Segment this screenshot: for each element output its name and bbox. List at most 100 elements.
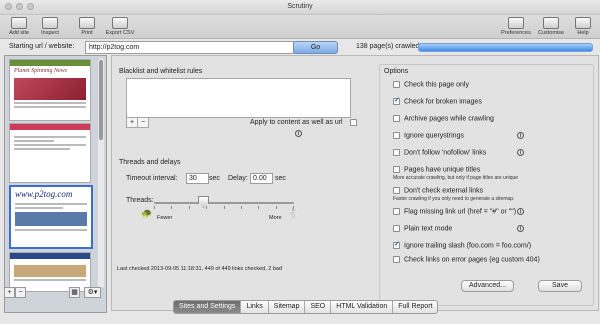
preferences-icon — [508, 17, 524, 29]
customise-label: Customise — [538, 30, 564, 36]
threads-label: Threads: — [126, 197, 154, 204]
crawl-status: 138 page(s) crawled — [356, 43, 420, 50]
option-checkbox[interactable] — [393, 132, 400, 139]
option-checkbox[interactable] — [393, 96, 400, 105]
site-list: Planet Spinning News www.p2tog.com — [4, 55, 107, 313]
timeout-unit: sec — [209, 175, 220, 182]
add-site-small-button[interactable]: + — [4, 287, 15, 298]
advanced-button[interactable]: Advanced... — [461, 280, 514, 292]
inspect-label: Inspect — [41, 30, 59, 36]
scrollbar-thumb[interactable] — [99, 60, 103, 140]
help-button[interactable]: Help — [566, 16, 600, 37]
option-trailing-slash[interactable]: Ignore trailing slash (foo.com = foo.com… — [393, 240, 531, 249]
site-thumbnail[interactable]: Planet Spinning News — [9, 59, 91, 121]
thumbnail-title — [10, 259, 90, 263]
print-button[interactable]: Print — [70, 16, 104, 37]
customise-icon — [543, 17, 559, 29]
export-csv-button[interactable]: Export CSV — [103, 16, 137, 37]
delay-label: Delay: — [228, 175, 248, 182]
option-checkbox[interactable] — [393, 208, 400, 215]
missing-link-info-icon[interactable]: i — [517, 208, 524, 215]
last-checked-status: Last checked 2013-09-05 11:18:31, 449 of… — [117, 266, 283, 272]
option-checkbox[interactable] — [393, 81, 400, 88]
option-checkbox[interactable] — [393, 187, 400, 194]
threads-section-title: Threads and delays — [119, 159, 181, 166]
tab-seo[interactable]: SEO — [305, 301, 332, 313]
help-label: Help — [577, 30, 589, 36]
rules-list[interactable] — [126, 78, 351, 118]
option-plain-text[interactable]: Plain text mode — [393, 225, 452, 232]
site-list-footer: + − ▦ ⚙▾ — [4, 287, 105, 300]
title-bar: Scrutiny — [0, 0, 600, 15]
add-site-icon — [11, 17, 27, 29]
tortoise-icon: 🐢 — [141, 208, 153, 218]
remove-site-button[interactable]: − — [15, 287, 26, 298]
tab-sites-and-settings[interactable]: Sites and Settings — [174, 301, 242, 313]
url-bar: Starting url / website: http://p2tog.com… — [0, 39, 600, 55]
export-csv-icon — [112, 17, 128, 29]
unique-titles-hint: More accurate crawling, but only if page… — [393, 175, 519, 181]
print-label: Print — [81, 30, 93, 36]
option-unique-titles[interactable]: Pages have unique titles — [393, 166, 480, 173]
nofollow-info-icon[interactable]: i — [517, 149, 524, 156]
site-thumbnail-selected[interactable]: www.p2tog.com — [9, 185, 93, 249]
window-title: Scrutiny — [287, 3, 313, 10]
app-window: Scrutiny Add site Inspect Print Export C… — [0, 0, 600, 324]
inspect-button[interactable]: Inspect — [33, 16, 67, 37]
plain-text-info-icon[interactable]: i — [517, 225, 524, 232]
option-missing-link-url[interactable]: Flag missing link url (href = "#" or "") — [393, 208, 516, 215]
add-site-label: Add site — [9, 30, 29, 36]
print-icon — [79, 17, 95, 29]
tab-full-report[interactable]: Full Report — [393, 301, 437, 313]
go-button[interactable]: Go — [293, 41, 338, 54]
thumbnail-title: www.p2tog.com — [15, 189, 73, 199]
apply-content-info-icon[interactable]: i — [295, 130, 302, 137]
preferences-label: Preferences — [501, 30, 531, 36]
option-check-page-only[interactable]: Check this page only — [393, 81, 469, 88]
apply-content-checkbox[interactable] — [350, 119, 357, 126]
option-checkbox[interactable] — [393, 149, 400, 156]
threads-slider-ticks — [154, 206, 294, 209]
tab-html-validation[interactable]: HTML Validation — [331, 301, 394, 313]
options-box: Options Check this page only Check for b… — [379, 64, 594, 306]
inspect-icon — [42, 17, 58, 29]
option-broken-images[interactable]: Check for broken images — [393, 96, 482, 105]
option-archive-pages[interactable]: Archive pages while crawling — [393, 115, 494, 122]
option-no-external-links[interactable]: Don't check external links — [393, 187, 483, 194]
ignore-querystrings-info-icon[interactable]: i — [517, 132, 524, 139]
url-input[interactable]: http://p2tog.com — [85, 41, 294, 54]
preferences-button[interactable]: Preferences — [499, 16, 533, 37]
grid-view-button[interactable]: ▦ — [69, 287, 80, 298]
option-error-pages[interactable]: Check links on error pages (eg custom 40… — [393, 256, 540, 263]
option-checkbox[interactable] — [393, 256, 400, 263]
tab-links[interactable]: Links — [241, 301, 269, 313]
tab-sitemap[interactable]: Sitemap — [269, 301, 306, 313]
site-thumbnail[interactable] — [9, 252, 91, 292]
option-checkbox[interactable] — [393, 115, 400, 122]
remove-rule-button[interactable]: − — [137, 117, 149, 128]
apply-content-label: Apply to content as well as url — [250, 119, 343, 126]
threads-slider[interactable] — [154, 202, 294, 204]
option-checkbox[interactable] — [393, 225, 400, 232]
site-thumbnail[interactable] — [9, 123, 91, 183]
site-actions-menu[interactable]: ⚙▾ — [84, 287, 101, 298]
option-checkbox[interactable] — [393, 166, 400, 173]
export-csv-label: Export CSV — [105, 30, 135, 36]
save-button[interactable]: Save — [538, 280, 582, 292]
option-checkbox[interactable] — [393, 240, 400, 249]
option-nofollow[interactable]: Don't follow 'nofollow' links — [393, 149, 486, 156]
timeout-input[interactable]: 30 — [186, 173, 209, 184]
main-tabs: Sites and Settings Links Sitemap SEO HTM… — [173, 300, 439, 314]
option-ignore-querystrings[interactable]: Ignore querystrings — [393, 132, 464, 139]
delay-unit: sec — [275, 175, 286, 182]
external-links-hint: Faster crawling if you only need to gene… — [393, 196, 515, 202]
thumbnail-title — [10, 130, 90, 134]
add-site-button[interactable]: Add site — [2, 16, 36, 37]
customise-button[interactable]: Customise — [534, 16, 568, 37]
delay-input[interactable]: 0.00 — [250, 173, 273, 184]
crawl-progress-bar — [418, 43, 593, 52]
help-icon — [575, 17, 591, 29]
site-list-scrollbar[interactable] — [98, 58, 104, 288]
url-label: Starting url / website: — [9, 43, 75, 50]
options-title: Options — [384, 68, 409, 75]
